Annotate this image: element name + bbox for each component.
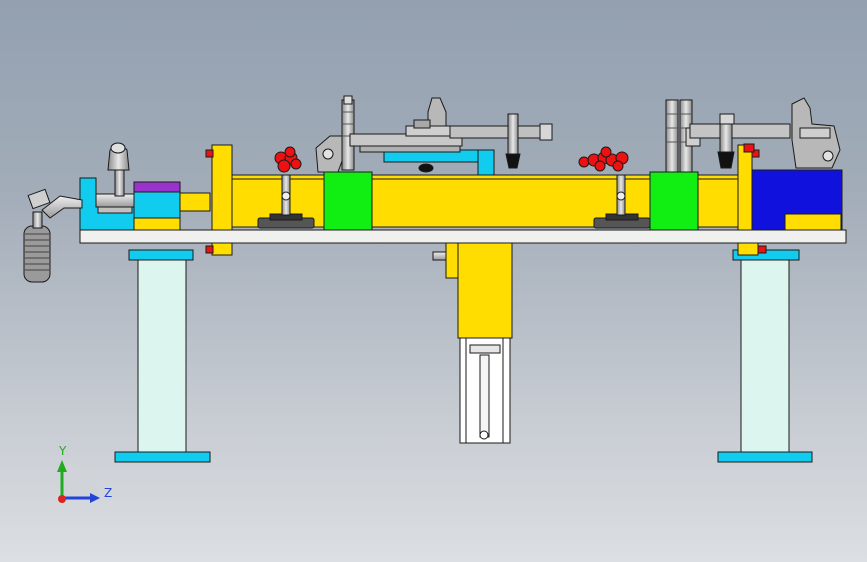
base-plate bbox=[79, 229, 847, 244]
green-locator-block-left bbox=[323, 171, 373, 231]
y-axis-label: Y bbox=[58, 444, 67, 458]
right-support-column bbox=[717, 249, 813, 463]
triad-origin bbox=[58, 495, 66, 503]
center-cylinder bbox=[432, 241, 513, 444]
toggle-clamp-right bbox=[665, 97, 841, 173]
z-axis-label: Z bbox=[104, 486, 112, 500]
blue-end-block bbox=[751, 169, 843, 231]
left-support-column bbox=[114, 249, 211, 463]
axis-triad: Y Z bbox=[57, 444, 112, 503]
cad-viewport: Y Z bbox=[23, 95, 847, 503]
green-locator-block-right bbox=[649, 171, 699, 231]
